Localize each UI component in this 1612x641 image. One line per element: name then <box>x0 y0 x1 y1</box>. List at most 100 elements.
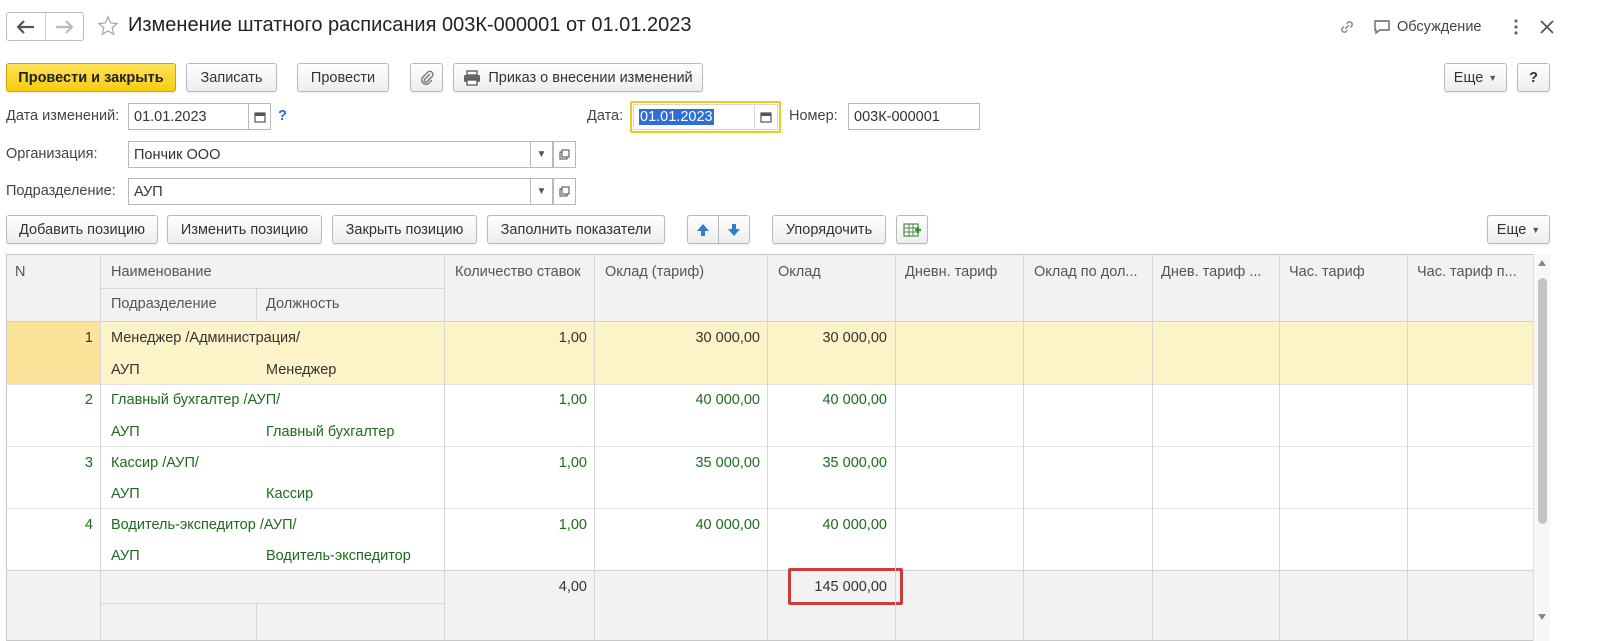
date-input[interactable]: 01.01.2023 <box>633 104 755 130</box>
print-order-label: Приказ о внесении изменений <box>488 69 693 86</box>
scroll-thumb[interactable] <box>1538 278 1547 524</box>
staff-table[interactable]: N Наименование Подразделение Должность К… <box>6 254 1550 641</box>
table-settings-button[interactable] <box>896 215 928 244</box>
row-rates: 1,00 <box>558 330 587 346</box>
row-salary-tariff: 35 000,00 <box>695 455 760 471</box>
col-hour-tariff-2[interactable]: Час. тариф п... <box>1417 264 1529 280</box>
col-n[interactable]: N <box>15 264 26 280</box>
organization-input[interactable]: Пончик ООО <box>128 141 531 168</box>
favorite-button[interactable] <box>96 14 120 38</box>
col-name[interactable]: Наименование <box>111 264 212 280</box>
row-number: 2 <box>84 392 93 408</box>
col-hour-tariff[interactable]: Час. тариф <box>1289 264 1365 280</box>
number-label: Номер: <box>789 108 838 124</box>
close-icon <box>1540 20 1554 34</box>
save-button[interactable]: Записать <box>186 63 277 92</box>
row-number: 3 <box>84 455 93 471</box>
change-date-input[interactable]: 01.01.2023 <box>128 103 249 130</box>
more-label: Еще <box>1453 69 1484 86</box>
change-date-label: Дата изменений: <box>6 108 120 124</box>
table-more-label: Еще <box>1496 221 1527 238</box>
department-input[interactable]: АУП <box>128 178 531 205</box>
arrow-down-icon <box>728 223 740 236</box>
more-actions-button[interactable] <box>1507 16 1525 38</box>
total-rates: 4,00 <box>558 579 587 595</box>
change-date-hint[interactable]: ? <box>278 108 287 124</box>
nav-back-forward <box>6 12 84 41</box>
row-department: АУП <box>111 362 140 378</box>
row-salary-tariff: 30 000,00 <box>695 330 760 346</box>
open-icon <box>559 149 570 160</box>
col-day-tariff[interactable]: Дневн. тариф <box>905 264 998 280</box>
col-department[interactable]: Подразделение <box>111 296 217 312</box>
fill-indicators-button[interactable]: Заполнить показатели <box>487 215 665 244</box>
chevron-down-icon: ▼ <box>1488 72 1498 83</box>
move-down-button[interactable] <box>718 215 750 244</box>
row-position: Водитель-экспедитор <box>266 548 411 564</box>
row-rates: 1,00 <box>558 517 587 533</box>
calendar-icon <box>253 111 266 123</box>
move-up-button[interactable] <box>687 215 719 244</box>
sort-button[interactable]: Упорядочить <box>772 215 886 244</box>
col-salary-tariff[interactable]: Оклад (тариф) <box>605 264 705 280</box>
add-position-button[interactable]: Добавить позицию <box>6 215 158 244</box>
row-salary-tariff: 40 000,00 <box>695 392 760 408</box>
number-input[interactable]: 003К-000001 <box>848 103 980 130</box>
link-icon <box>1341 21 1353 33</box>
help-button[interactable]: ? <box>1517 63 1550 92</box>
col-day-tariff-2[interactable]: Днев. тариф ... <box>1161 264 1277 280</box>
more-vertical-icon <box>1514 19 1518 35</box>
organization-label: Организация: <box>6 146 98 162</box>
date-calendar-button[interactable] <box>755 104 778 130</box>
back-arrow-icon <box>16 19 34 34</box>
chevron-down-icon: ▼ <box>1531 224 1541 235</box>
row-rates: 1,00 <box>558 392 587 408</box>
forward-button[interactable] <box>46 13 84 40</box>
print-order-button[interactable]: Приказ о внесении изменений <box>453 63 703 92</box>
post-and-close-button[interactable]: Провести и закрыть <box>6 63 176 92</box>
date-value-selected: 01.01.2023 <box>639 109 714 125</box>
window-title: Изменение штатного расписания 003К-00000… <box>128 14 692 36</box>
link-button[interactable] <box>1336 16 1358 38</box>
col-salary[interactable]: Оклад <box>778 264 821 280</box>
table-more-button[interactable]: Еще ▼ <box>1487 215 1550 244</box>
attach-button[interactable] <box>410 63 443 92</box>
date-label: Дата: <box>587 108 624 124</box>
row-position: Главный бухгалтер <box>266 424 395 440</box>
table-settings-icon <box>903 222 921 237</box>
row-department: АУП <box>111 424 140 440</box>
table-scrollbar[interactable] <box>1533 254 1550 641</box>
row-name: Менеджер /Администрация/ <box>111 330 301 346</box>
change-position-button[interactable]: Изменить позицию <box>167 215 322 244</box>
scroll-down-arrow[interactable] <box>1538 614 1546 620</box>
forward-arrow-icon <box>56 19 74 34</box>
row-name: Главный бухгалтер /АУП/ <box>111 392 281 408</box>
scroll-up-arrow[interactable] <box>1538 260 1546 266</box>
row-department: АУП <box>111 486 140 502</box>
discussion-button[interactable]: Обсуждение <box>1373 16 1481 38</box>
arrow-up-icon <box>697 223 709 236</box>
dropdown-icon: ▼ <box>536 186 547 197</box>
star-icon <box>97 15 119 36</box>
chat-icon <box>1374 20 1390 35</box>
close-position-button[interactable]: Закрыть позицию <box>332 215 477 244</box>
col-rates[interactable]: Количество ставок <box>455 264 581 280</box>
department-label: Подразделение: <box>6 183 116 199</box>
discussion-label: Обсуждение <box>1397 19 1482 35</box>
department-open-button[interactable] <box>553 178 576 205</box>
post-button[interactable]: Провести <box>297 63 389 92</box>
col-salary-by-position[interactable]: Оклад по дол... <box>1034 264 1152 280</box>
col-position[interactable]: Должность <box>266 296 340 312</box>
row-salary: 30 000,00 <box>822 330 887 346</box>
organization-dropdown-button[interactable]: ▼ <box>531 141 553 168</box>
row-rates: 1,00 <box>558 455 587 471</box>
change-date-calendar-button[interactable] <box>249 103 271 130</box>
department-dropdown-button[interactable]: ▼ <box>531 178 553 205</box>
more-button[interactable]: Еще ▼ <box>1444 63 1507 92</box>
row-name: Водитель-экспедитор /АУП/ <box>111 517 297 533</box>
close-button[interactable] <box>1536 16 1558 38</box>
organization-open-button[interactable] <box>553 141 576 168</box>
back-button[interactable] <box>7 13 46 40</box>
row-name: Кассир /АУП/ <box>111 455 199 471</box>
row-number: 1 <box>84 330 93 346</box>
